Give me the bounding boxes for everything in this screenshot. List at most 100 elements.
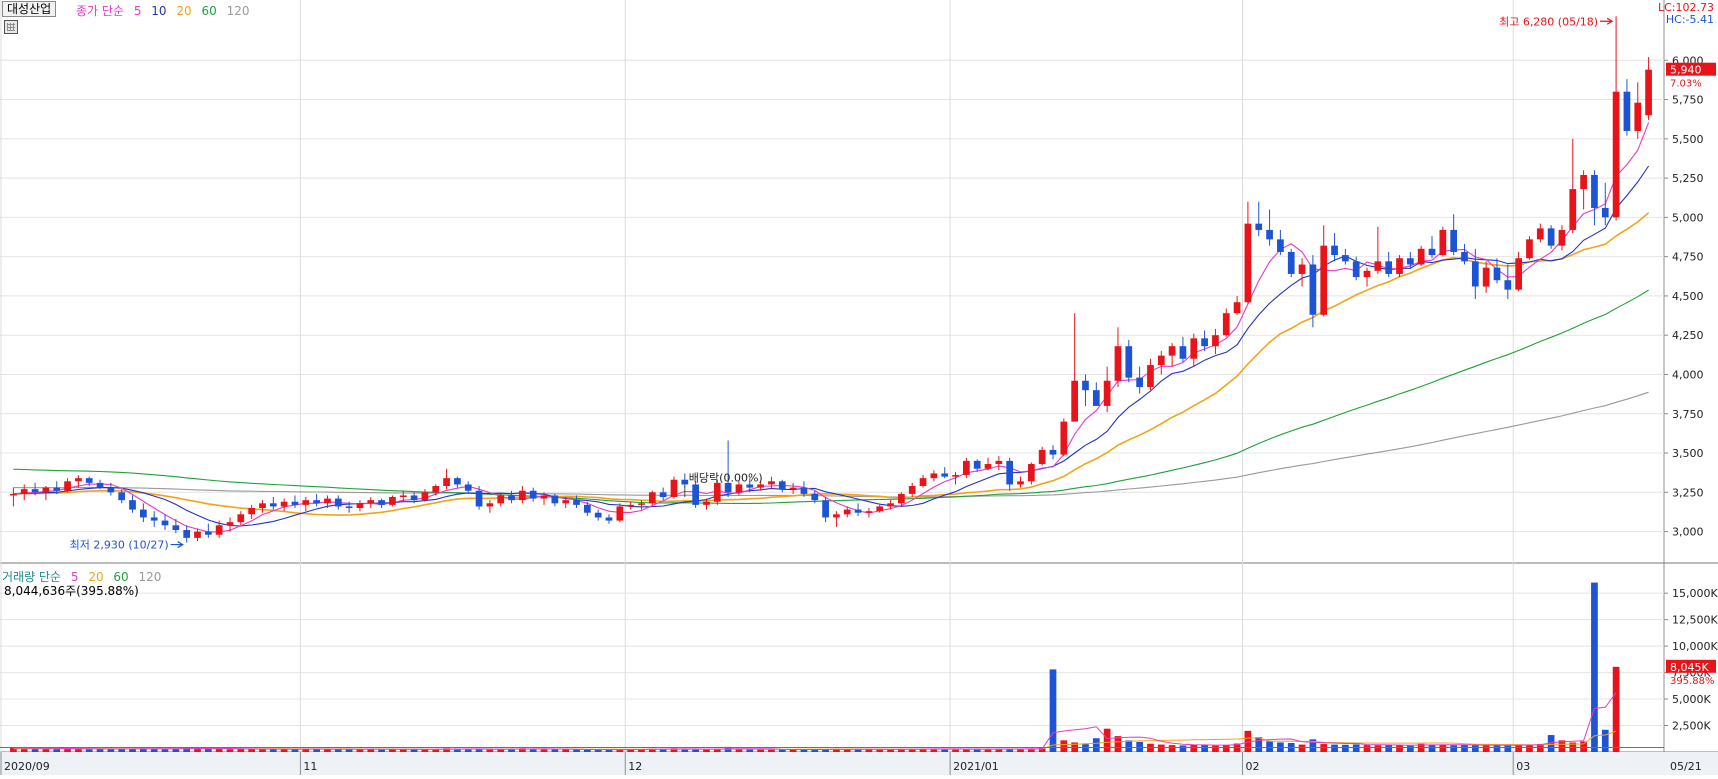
- candle-body: [519, 490, 526, 501]
- candle-body: [356, 503, 364, 509]
- candle-body: [692, 484, 699, 505]
- volume-bar: [1049, 669, 1057, 752]
- candle-body: [1547, 228, 1555, 246]
- volume-bar: [605, 749, 613, 752]
- volume-bar: [703, 749, 710, 752]
- candle-body: [735, 484, 743, 493]
- chart-canvas[interactable]: 3,000 3,250 3,500 3,750 4,000 4,250 4,500 4,750…: [0, 0, 1718, 775]
- candle-body: [1027, 464, 1035, 482]
- candle-body: [984, 464, 992, 469]
- candle-body: [345, 506, 353, 509]
- candle-body: [389, 497, 396, 505]
- candle-body: [172, 525, 180, 531]
- high-annotation: 최고 6,280 (05/18): [1499, 15, 1598, 28]
- candle-body: [248, 508, 256, 515]
- volume-bar: [1168, 745, 1176, 752]
- candle-body: [226, 522, 234, 526]
- candle-body: [789, 487, 797, 490]
- last-price-change: 7.03%: [1670, 79, 1702, 90]
- calculator-icon[interactable]: [4, 20, 18, 34]
- ma120-legend[interactable]: 120: [227, 4, 250, 18]
- candle-body: [1363, 270, 1371, 278]
- candle: [1396, 255, 1403, 278]
- candle-body: [1580, 174, 1587, 190]
- candle-body: [952, 475, 959, 477]
- candle-body: [302, 500, 310, 505]
- ma10-legend[interactable]: 10: [151, 4, 166, 18]
- volume-bar: [1482, 745, 1490, 752]
- ma60-legend[interactable]: 60: [202, 4, 217, 18]
- candle-body: [1222, 313, 1230, 336]
- candle-body: [1352, 261, 1360, 278]
- candle-body: [941, 473, 949, 477]
- candle-body: [1385, 261, 1393, 274]
- candle-body: [150, 517, 158, 521]
- candle-body: [118, 492, 126, 501]
- volume-bar: [1471, 745, 1479, 752]
- candle-body: [540, 495, 548, 499]
- candle-body: [1179, 346, 1187, 359]
- candle-body: [778, 481, 786, 490]
- volume-bar: [1212, 745, 1219, 752]
- candle-body: [1536, 228, 1544, 240]
- candle-body: [1558, 229, 1566, 246]
- candle-body: [1591, 174, 1598, 208]
- volume-bar: [746, 749, 754, 752]
- candle-body: [1092, 390, 1100, 406]
- candle-body: [42, 487, 50, 493]
- volume-bar: [1190, 744, 1198, 752]
- stock-name-button[interactable]: 대성산업: [2, 1, 57, 17]
- candle-body: [140, 509, 147, 518]
- candle-body: [1082, 380, 1089, 391]
- candle-body: [313, 500, 320, 504]
- x-tick-label-last: 05/21: [1670, 760, 1702, 773]
- candle-body: [1017, 481, 1024, 485]
- candle-body: [1569, 189, 1577, 230]
- background: [0, 0, 1718, 775]
- candle-body: [594, 512, 602, 518]
- candle-body: [475, 490, 483, 507]
- candle-body: [204, 531, 212, 535]
- volume-bar: [1526, 744, 1533, 752]
- candle-body: [1320, 245, 1328, 315]
- candle-body: [1461, 251, 1468, 262]
- candle-body: [1277, 239, 1284, 252]
- volume-bar: [1342, 744, 1349, 752]
- candle-body: [1233, 302, 1241, 314]
- candle-body: [421, 492, 429, 501]
- volume-bar: [1580, 741, 1587, 752]
- volume-bar: [204, 748, 212, 752]
- candle-body: [746, 484, 754, 488]
- candle-body: [454, 478, 461, 485]
- candle-body: [1428, 248, 1436, 256]
- volume-bar: [1612, 666, 1620, 752]
- volume-bar: [1331, 744, 1338, 752]
- vol-ma120-legend[interactable]: 120: [139, 570, 162, 584]
- candle-body: [31, 489, 39, 493]
- volume-bar: [1450, 745, 1458, 752]
- candle-body: [1417, 248, 1425, 265]
- candle-body: [573, 500, 580, 505]
- candle-body: [963, 460, 970, 476]
- candle-body: [1287, 251, 1295, 274]
- candle-body: [1342, 255, 1349, 262]
- candle-body: [291, 501, 299, 505]
- candle-body: [1309, 264, 1317, 315]
- candle-body: [183, 530, 191, 538]
- volume-bar: [1504, 745, 1512, 752]
- volume-bar: [215, 749, 223, 752]
- price-tick-label: 5,750: [1672, 94, 1704, 107]
- volume-bar: [540, 749, 548, 752]
- volume-bar: [75, 748, 82, 752]
- volume-bar: [1439, 744, 1447, 752]
- ma20-legend[interactable]: 20: [176, 4, 191, 18]
- candle-body: [129, 500, 136, 510]
- candle-body: [237, 514, 245, 523]
- x-tick-label: 02: [1246, 760, 1260, 773]
- candle-body: [1049, 449, 1057, 455]
- candle-body: [497, 495, 505, 504]
- volume-bar: [1363, 745, 1371, 752]
- volume-bar: [1396, 745, 1403, 752]
- candle-body: [1125, 346, 1133, 378]
- ma5-legend[interactable]: 5: [134, 4, 142, 18]
